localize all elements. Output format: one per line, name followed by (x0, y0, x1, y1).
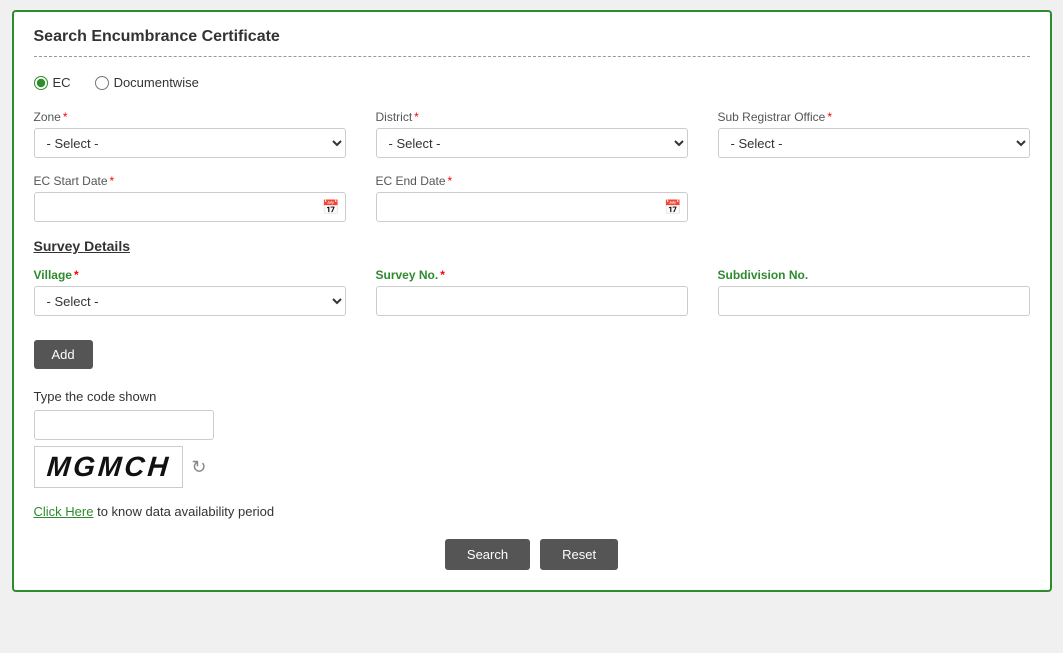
captcha-input[interactable] (34, 410, 214, 440)
district-select[interactable]: - Select - (376, 128, 688, 158)
search-type-radio-group: EC Documentwise (34, 75, 1030, 90)
page-title: Search Encumbrance Certificate (34, 28, 1030, 57)
action-buttons: Search Reset (34, 539, 1030, 570)
sro-label: Sub Registrar Office* (718, 110, 1030, 124)
ec-start-date-label: EC Start Date* (34, 174, 346, 188)
zone-select[interactable]: - Select - (34, 128, 346, 158)
subdivision-no-input[interactable] (718, 286, 1030, 316)
captcha-text: MGMCH (45, 451, 172, 483)
ec-end-date-label: EC End Date* (376, 174, 688, 188)
click-here-description: to know data availability period (93, 504, 274, 519)
captcha-section: Type the code shown MGMCH ↻ (34, 389, 1030, 488)
ec-start-date-group: EC Start Date* 📅 (34, 174, 346, 222)
click-here-row: Click Here to know data availability per… (34, 504, 1030, 519)
row-survey: Village* - Select - Survey No.* Subdivis… (34, 268, 1030, 316)
captcha-label: Type the code shown (34, 389, 1030, 404)
add-button[interactable]: Add (34, 340, 93, 369)
zone-label: Zone* (34, 110, 346, 124)
ec-start-date-input[interactable] (34, 192, 346, 222)
refresh-icon[interactable]: ↻ (191, 457, 206, 478)
radio-ec-option[interactable]: EC (34, 75, 71, 90)
row-zone-district-sro: Zone* - Select - District* - Select - Su… (34, 110, 1030, 158)
sro-select[interactable]: - Select - (718, 128, 1030, 158)
reset-button[interactable]: Reset (540, 539, 618, 570)
main-form-container: Search Encumbrance Certificate EC Docume… (12, 10, 1052, 592)
sro-required: * (827, 110, 832, 124)
radio-ec-input[interactable] (34, 76, 48, 90)
radio-documentwise-input[interactable] (95, 76, 109, 90)
survey-no-input[interactable] (376, 286, 688, 316)
district-label: District* (376, 110, 688, 124)
village-label: Village* (34, 268, 346, 282)
click-here-link[interactable]: Click Here (34, 504, 94, 519)
ec-end-date-required: * (448, 174, 453, 188)
ec-end-date-input[interactable] (376, 192, 688, 222)
ec-end-date-group: EC End Date* 📅 (376, 174, 688, 222)
survey-details-title: Survey Details (34, 238, 1030, 254)
captcha-image: MGMCH (34, 446, 184, 488)
survey-no-required: * (440, 268, 445, 282)
survey-no-group: Survey No.* (376, 268, 688, 316)
ec-start-date-required: * (110, 174, 115, 188)
ec-start-date-wrapper: 📅 (34, 192, 346, 222)
search-button[interactable]: Search (445, 539, 530, 570)
village-select[interactable]: - Select - (34, 286, 346, 316)
sro-group: Sub Registrar Office* - Select - (718, 110, 1030, 158)
zone-required: * (63, 110, 68, 124)
village-required: * (74, 268, 79, 282)
radio-documentwise-label: Documentwise (114, 75, 199, 90)
radio-ec-label: EC (53, 75, 71, 90)
ec-end-date-wrapper: 📅 (376, 192, 688, 222)
village-group: Village* - Select - (34, 268, 346, 316)
zone-group: Zone* - Select - (34, 110, 346, 158)
row-dates: EC Start Date* 📅 EC End Date* 📅 (34, 174, 1030, 222)
district-required: * (414, 110, 419, 124)
subdivision-no-group: Subdivision No. (718, 268, 1030, 316)
district-group: District* - Select - (376, 110, 688, 158)
radio-documentwise-option[interactable]: Documentwise (95, 75, 199, 90)
survey-no-label: Survey No.* (376, 268, 688, 282)
captcha-image-row: MGMCH ↻ (34, 446, 1030, 488)
subdivision-no-label: Subdivision No. (718, 268, 1030, 282)
